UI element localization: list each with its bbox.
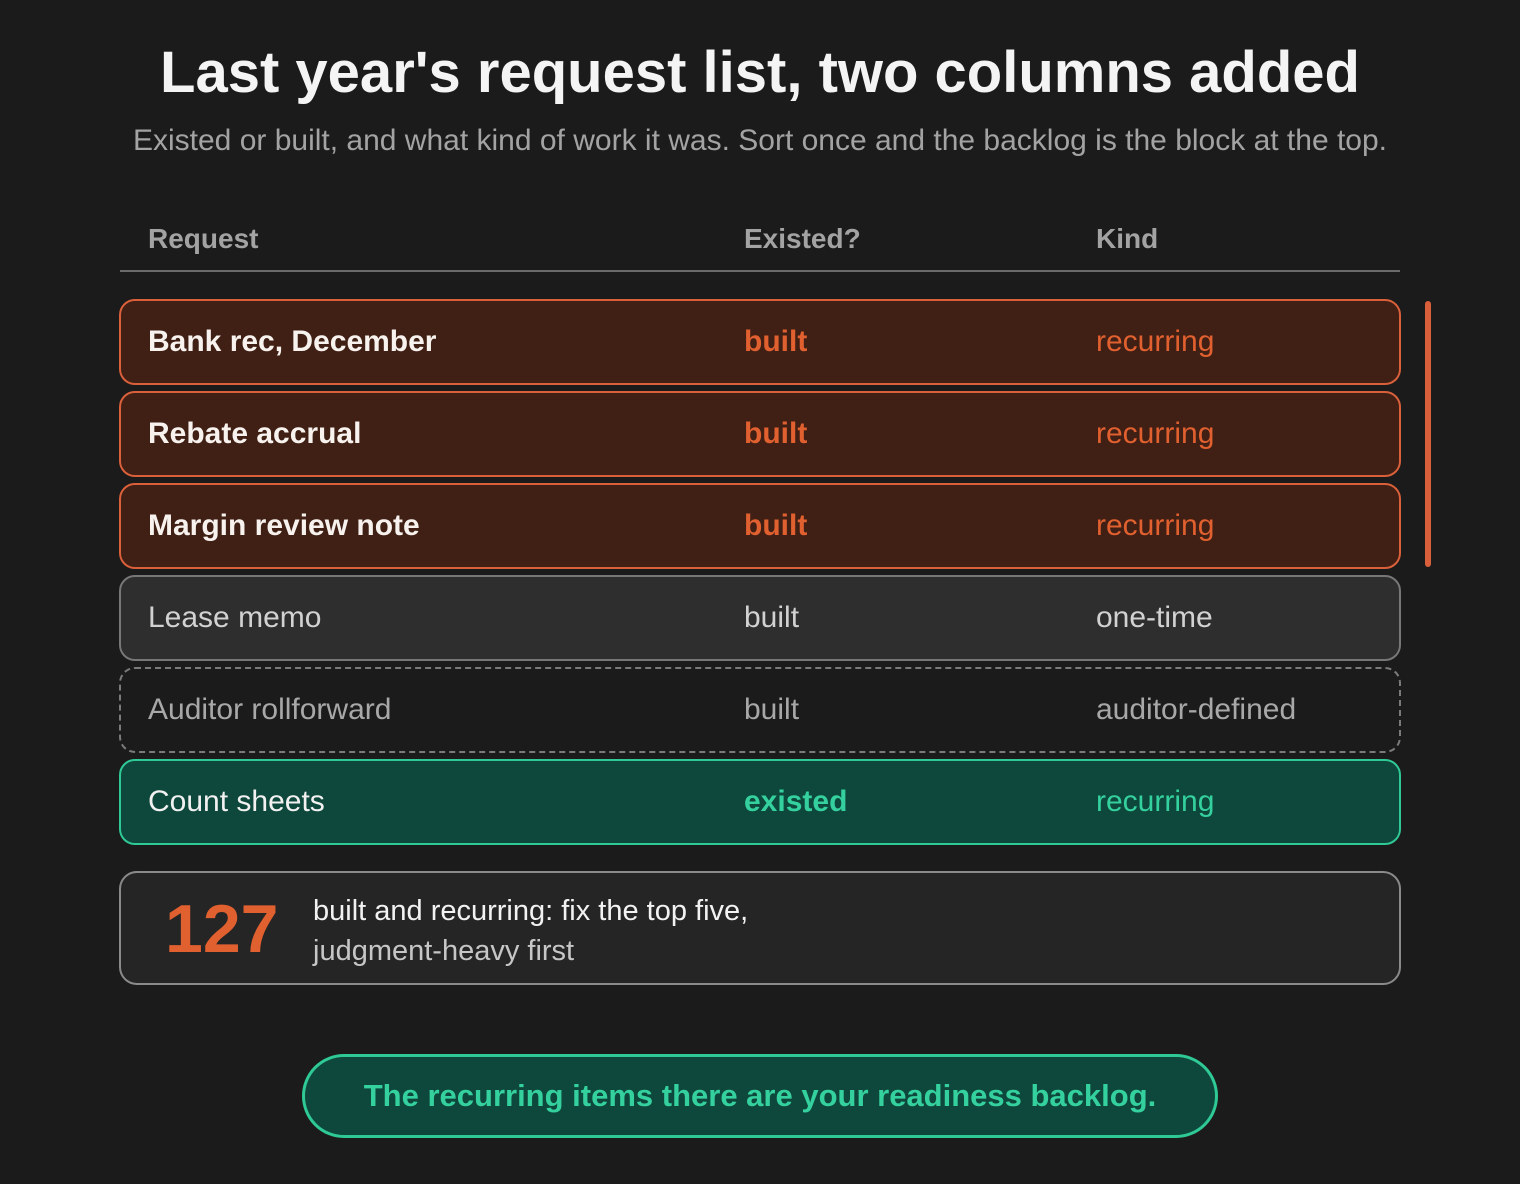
page-title: Last year's request list, two columns ad… — [160, 40, 1360, 105]
table-row: Bank rec, December built recurring — [119, 299, 1401, 385]
request-cell: Count sheets — [148, 785, 325, 818]
existed-cell: built — [744, 325, 808, 358]
page-subtitle: Existed or built, and what kind of work … — [132, 124, 1388, 157]
summary-text: built and recurring: fix the top five, j… — [313, 891, 1213, 971]
kind-cell: one-time — [1096, 601, 1213, 634]
request-cell: Bank rec, December — [148, 325, 437, 358]
kind-cell: recurring — [1096, 417, 1215, 450]
kind-cell: recurring — [1096, 325, 1215, 358]
request-cell: Lease memo — [148, 601, 322, 634]
table-row: Lease memo built one-time — [119, 575, 1401, 661]
request-cell: Rebate accrual — [148, 417, 362, 450]
request-cell: Auditor rollforward — [148, 693, 392, 726]
kind-cell: recurring — [1096, 785, 1215, 818]
request-cell: Margin review note — [148, 509, 420, 542]
existed-cell: built — [744, 693, 800, 726]
column-header-existed: Existed? — [744, 223, 861, 254]
existed-cell: built — [744, 509, 808, 542]
table-row: Auditor rollforward built auditor-define… — [119, 667, 1401, 753]
existed-cell: existed — [744, 785, 848, 818]
summary-card: 127 built and recurring: fix the top fiv… — [119, 871, 1401, 985]
column-header-kind: Kind — [1096, 223, 1159, 254]
table-row: Rebate accrual built recurring — [119, 391, 1401, 477]
summary-count: 127 — [165, 891, 279, 967]
summary-line-2: judgment-heavy first — [313, 935, 575, 967]
existed-cell: built — [744, 417, 808, 450]
table-row: Count sheets existed recurring — [119, 759, 1401, 845]
table-row: Margin review note built recurring — [119, 483, 1401, 569]
backlog-bracket — [1425, 301, 1431, 567]
summary-line-1: built and recurring: fix the top five, — [313, 895, 749, 927]
table-header: Request Existed? Kind — [120, 218, 1400, 272]
existed-cell: built — [744, 601, 800, 634]
request-list: Bank rec, December built recurring Rebat… — [119, 299, 1401, 851]
slide: Last year's request list, two columns ad… — [0, 0, 1520, 1184]
kind-cell: recurring — [1096, 509, 1215, 542]
callout-pill: The recurring items there are your readi… — [302, 1054, 1218, 1138]
column-header-request: Request — [148, 223, 259, 254]
kind-cell: auditor-defined — [1096, 693, 1297, 726]
